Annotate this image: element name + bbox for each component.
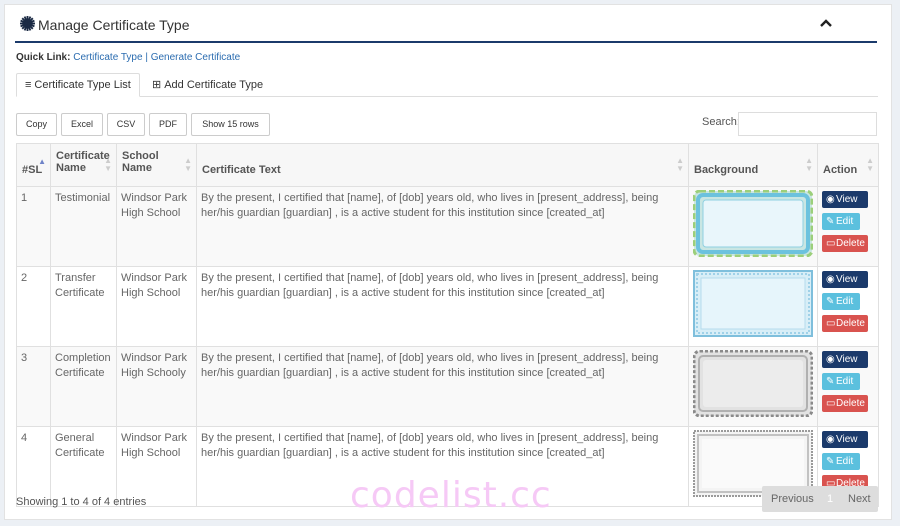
edit-button[interactable]: ✎ Edit [822, 213, 860, 230]
column-header-certificate-text[interactable]: Certificate Text ▲ ▼ [196, 143, 689, 187]
quick-link-label: Quick Link: [16, 52, 71, 63]
view-button[interactable]: ◉View [822, 191, 868, 208]
csv-button[interactable]: CSV [107, 113, 145, 136]
delete-button[interactable]: ▭Delete [822, 235, 868, 252]
cell-actions: ◉View ✎ Edit ▭Delete [817, 186, 879, 267]
list-icon: ≡ [25, 79, 32, 91]
cell-certificate-text: By the present, I certified that [name],… [196, 346, 689, 427]
cell-certificate-name: Testimonial [50, 186, 117, 267]
certificate-type-panel: Manage Certificate Type Quick Link: Cert… [4, 4, 892, 520]
page-title: Manage Certificate Type [38, 17, 190, 33]
tab-label: Certificate Type List [34, 79, 131, 91]
chevron-up-icon[interactable] [819, 18, 833, 28]
column-header-action[interactable]: Action ▲ ▼ [817, 143, 879, 187]
cell-sl: 1 [16, 186, 51, 267]
copy-button[interactable]: Copy [16, 113, 57, 136]
eye-icon: ◉ [826, 434, 835, 445]
trash-icon: ▭ [826, 238, 836, 249]
delete-button[interactable]: ▭Delete [822, 395, 868, 412]
trash-icon: ▭ [826, 398, 836, 409]
delete-button[interactable]: ▭Delete [822, 315, 868, 332]
trash-icon: ▭ [826, 318, 836, 329]
panel-header: Manage Certificate Type [15, 5, 877, 43]
plus-square-icon: ⊞ [152, 79, 162, 91]
table-header-row: #SL ▲ Certificate Name ▲ ▼ School Name ▲ ▼ Ce… [16, 143, 879, 187]
column-header-background[interactable]: Background ▲ ▼ [688, 143, 818, 187]
cell-actions: ◉View ✎ Edit ▭Delete [817, 266, 879, 347]
edit-button[interactable]: ✎ Edit [822, 373, 860, 390]
gear-icon [20, 16, 35, 31]
quick-link-generate-certificate[interactable]: Generate Certificate [151, 52, 241, 63]
cell-certificate-text: By the present, I certified that [name],… [196, 186, 689, 267]
tab-certificate-type-list[interactable]: ≡ Certificate Type List [16, 73, 140, 97]
cell-certificate-name: Transfer Certificate [50, 266, 117, 347]
edit-button[interactable]: ✎ Edit [822, 453, 860, 470]
column-header-sl[interactable]: #SL ▲ [16, 143, 51, 187]
cell-certificate-name: Completion Certificate [50, 346, 117, 427]
cell-background [688, 266, 818, 347]
certificate-type-table: #SL ▲ Certificate Name ▲ ▼ School Name ▲ ▼ Ce… [16, 143, 879, 507]
edit-icon: ✎ [826, 456, 835, 467]
cell-sl: 3 [16, 346, 51, 427]
column-header-school-name[interactable]: School Name ▲ ▼ [116, 143, 197, 187]
excel-button[interactable]: Excel [61, 113, 103, 136]
table-row: 3 Completion Certificate Windsor Park Hi… [16, 346, 879, 427]
pagination: Previous 1 Next [762, 486, 878, 512]
tab-add-certificate-type[interactable]: ⊞ Add Certificate Type [144, 73, 271, 97]
cell-certificate-name: General Certificate [50, 426, 117, 507]
cell-school-name: Windsor Park High School [116, 426, 197, 507]
view-button[interactable]: ◉View [822, 351, 868, 368]
table-row: 2 Transfer Certificate Windsor Park High… [16, 266, 879, 347]
cell-school-name: Windsor Park High Schooly [116, 346, 197, 427]
cell-sl: 4 [16, 426, 51, 507]
quick-link-separator: | [145, 52, 148, 63]
previous-page-button[interactable]: Previous [771, 493, 814, 505]
edit-icon: ✎ [826, 296, 835, 307]
certificate-background-thumbnail [692, 349, 814, 418]
cell-school-name: Windsor Park High School [116, 266, 197, 347]
edit-button[interactable]: ✎ Edit [822, 293, 860, 310]
eye-icon: ◉ [826, 354, 835, 365]
page-number-button[interactable]: 1 [827, 493, 833, 505]
cell-school-name: Windsor Park High School [116, 186, 197, 267]
page-length-button[interactable]: Show 15 rows [191, 113, 270, 136]
search-input[interactable] [738, 112, 877, 136]
cell-background [688, 346, 818, 427]
certificate-background-thumbnail [692, 189, 814, 258]
certificate-background-thumbnail [693, 270, 813, 337]
cell-certificate-text: By the present, I certified that [name],… [196, 266, 689, 347]
tab-label: Add Certificate Type [164, 79, 264, 91]
next-page-button[interactable]: Next [848, 493, 871, 505]
quick-link-bar: Quick Link: Certificate Type | Generate … [16, 52, 240, 63]
quick-link-certificate-type[interactable]: Certificate Type [73, 52, 142, 63]
cell-background [688, 186, 818, 267]
watermark: codelist.cc [350, 475, 552, 516]
eye-icon: ◉ [826, 274, 835, 285]
view-button[interactable]: ◉View [822, 431, 868, 448]
edit-icon: ✎ [826, 376, 835, 387]
edit-icon: ✎ [826, 216, 835, 227]
cell-sl: 2 [16, 266, 51, 347]
cell-actions: ◉View ✎ Edit ▭Delete [817, 346, 879, 427]
search-label: Search: [702, 116, 740, 128]
table-row: 1 Testimonial Windsor Park High School B… [16, 186, 879, 267]
tab-bar: ≡ Certificate Type List ⊞ Add Certificate … [16, 73, 878, 97]
eye-icon: ◉ [826, 194, 835, 205]
table-info: Showing 1 to 4 of 4 entries [16, 496, 147, 508]
view-button[interactable]: ◉View [822, 271, 868, 288]
column-header-certificate-name[interactable]: Certificate Name ▲ ▼ [50, 143, 117, 187]
pdf-button[interactable]: PDF [149, 113, 187, 136]
